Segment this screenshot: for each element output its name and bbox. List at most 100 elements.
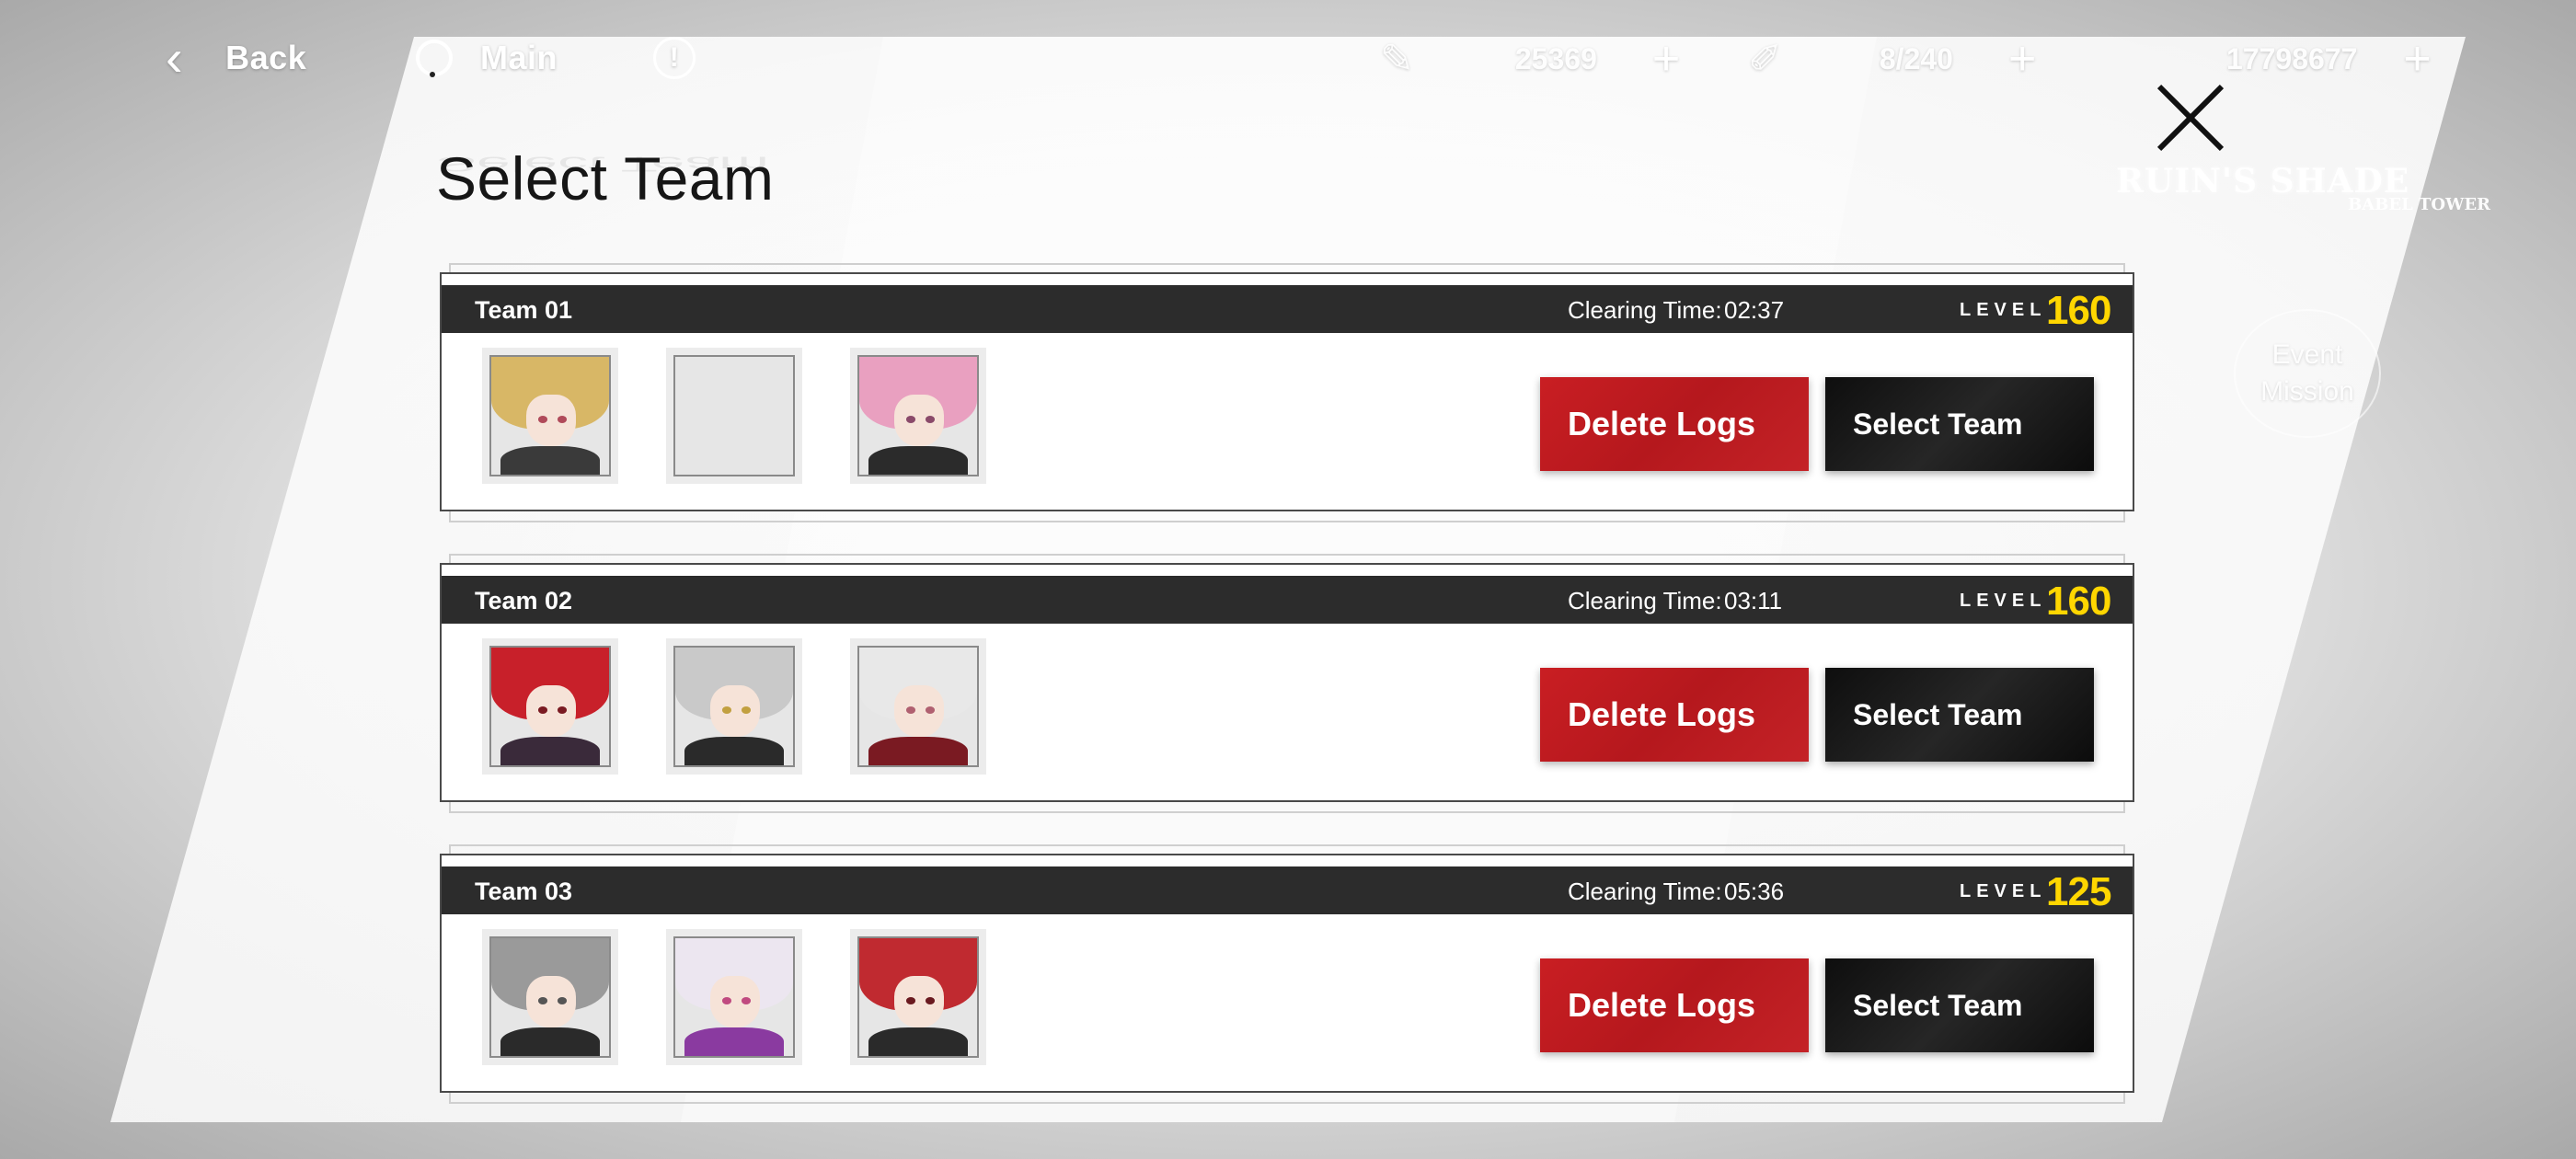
event-line1: Event — [2271, 339, 2343, 370]
avatar-eye — [722, 997, 732, 1004]
select-team-button[interactable]: Select Team — [1825, 377, 2094, 471]
level-value: 160 — [2046, 288, 2111, 333]
avatar — [857, 646, 979, 767]
avatar-eye — [538, 706, 548, 714]
back-label: Back — [225, 39, 307, 76]
add-tokens-button[interactable]: + — [2008, 31, 2036, 86]
select-team-button[interactable]: Select Team — [1825, 958, 2094, 1052]
clearing-time-label: Clearing Time: — [1568, 878, 1722, 905]
member-slot[interactable] — [482, 348, 618, 484]
resource-coins: 17798677 + — [2226, 32, 2432, 86]
level-label: LEVEL — [1960, 881, 2047, 901]
clearing-time-value: 02:37 — [1724, 296, 1785, 324]
avatar-eye — [925, 997, 935, 1004]
home-icon — [416, 40, 453, 77]
team-header: Team 01 Clearing Time: 02:37 LEVEL 160 — [442, 285, 2133, 333]
avatar-eye — [906, 997, 916, 1004]
avatar-eye — [741, 706, 751, 714]
avatar-eye — [557, 706, 567, 714]
team-card: Team 03 Clearing Time: 05:36 LEVEL 125 D… — [440, 854, 2134, 1093]
brand-subtitle: BABEL TOWER — [2348, 195, 2491, 214]
avatar-eye — [557, 997, 567, 1004]
member-slot[interactable] — [482, 929, 618, 1065]
team-card: Team 02 Clearing Time: 03:11 LEVEL 160 D… — [440, 563, 2134, 802]
select-team-button[interactable]: Select Team — [1825, 668, 2094, 762]
member-slot[interactable] — [482, 638, 618, 775]
avatar-face — [526, 684, 577, 738]
syringe-icon: ✐ — [1748, 36, 1782, 82]
team-members — [482, 929, 986, 1065]
resource-stamina: ✎ 25369 + — [1380, 32, 1680, 86]
clearing-time-value: 05:36 — [1724, 878, 1785, 905]
empty-member-slot[interactable] — [666, 348, 802, 484]
resource-value: 17798677 — [2226, 41, 2358, 75]
avatar-eye — [538, 416, 548, 423]
level-label: LEVEL — [1960, 591, 2047, 611]
team-header: Team 02 Clearing Time: 03:11 LEVEL 160 — [442, 576, 2133, 624]
delete-logs-button[interactable]: Delete Logs — [1540, 377, 1809, 471]
event-mission-button[interactable]: Event Mission — [2234, 309, 2381, 438]
main-label: Main — [480, 39, 558, 76]
avatar — [673, 936, 795, 1058]
avatar-face — [526, 394, 577, 447]
level-value: 160 — [2046, 579, 2111, 624]
alert-icon: ! — [653, 37, 696, 79]
avatar-eye — [925, 706, 935, 714]
delete-logs-button[interactable]: Delete Logs — [1540, 958, 1809, 1052]
avatar — [489, 646, 611, 767]
main-button[interactable]: Main — [416, 33, 558, 83]
team-members — [482, 348, 986, 484]
resource-value: 25369 — [1514, 41, 1597, 75]
clearing-time-value: 03:11 — [1724, 587, 1783, 614]
member-slot[interactable] — [850, 348, 986, 484]
empty-avatar — [673, 355, 795, 476]
avatar-eye — [906, 706, 916, 714]
avatar-face — [710, 975, 761, 1028]
avatar-body — [500, 1027, 600, 1056]
avatar — [857, 936, 979, 1058]
team-name: Team 02 — [475, 587, 573, 614]
page-title: Select Team — [436, 144, 775, 212]
avatar-eye — [722, 706, 732, 714]
member-slot[interactable] — [666, 929, 802, 1065]
avatar-face — [526, 975, 577, 1028]
avatar-face — [894, 975, 945, 1028]
delete-logs-button[interactable]: Delete Logs — [1540, 668, 1809, 762]
avatar-body — [500, 446, 600, 475]
avatar-body — [500, 737, 600, 765]
event-line2: Mission — [2260, 376, 2354, 407]
resource-tokens: ✐ 8/240 + — [1748, 32, 2036, 86]
avatar-body — [684, 737, 784, 765]
chevron-left-icon: ‹ — [166, 29, 184, 86]
team-card: Team 01 Clearing Time: 02:37 LEVEL 160 D… — [440, 272, 2134, 511]
avatar-face — [894, 684, 945, 738]
avatar-eye — [925, 416, 935, 423]
add-stamina-button[interactable]: + — [1652, 31, 1680, 86]
clearing-time-label: Clearing Time: — [1568, 296, 1722, 324]
team-members — [482, 638, 986, 775]
add-coins-button[interactable]: + — [2403, 31, 2431, 86]
avatar — [489, 936, 611, 1058]
member-slot[interactable] — [850, 929, 986, 1065]
avatar-body — [684, 1027, 784, 1056]
avatar-face — [710, 684, 761, 738]
avatar-eye — [741, 997, 751, 1004]
member-slot[interactable] — [850, 638, 986, 775]
team-name: Team 01 — [475, 296, 573, 324]
avatar-eye — [557, 416, 567, 423]
level-value: 125 — [2046, 869, 2111, 914]
avatar — [857, 355, 979, 476]
member-slot[interactable] — [666, 638, 802, 775]
avatar-body — [868, 737, 968, 765]
back-button[interactable]: ‹ Back — [166, 29, 307, 86]
notice-button[interactable]: ! — [653, 33, 696, 83]
level-label: LEVEL — [1960, 300, 2047, 320]
avatar — [489, 355, 611, 476]
pen-icon: ✎ — [1380, 36, 1414, 82]
avatar-body — [868, 1027, 968, 1056]
avatar-eye — [538, 997, 548, 1004]
avatar-eye — [906, 416, 916, 423]
avatar-face — [894, 394, 945, 447]
close-icon[interactable] — [2153, 79, 2230, 156]
avatar-body — [868, 446, 968, 475]
